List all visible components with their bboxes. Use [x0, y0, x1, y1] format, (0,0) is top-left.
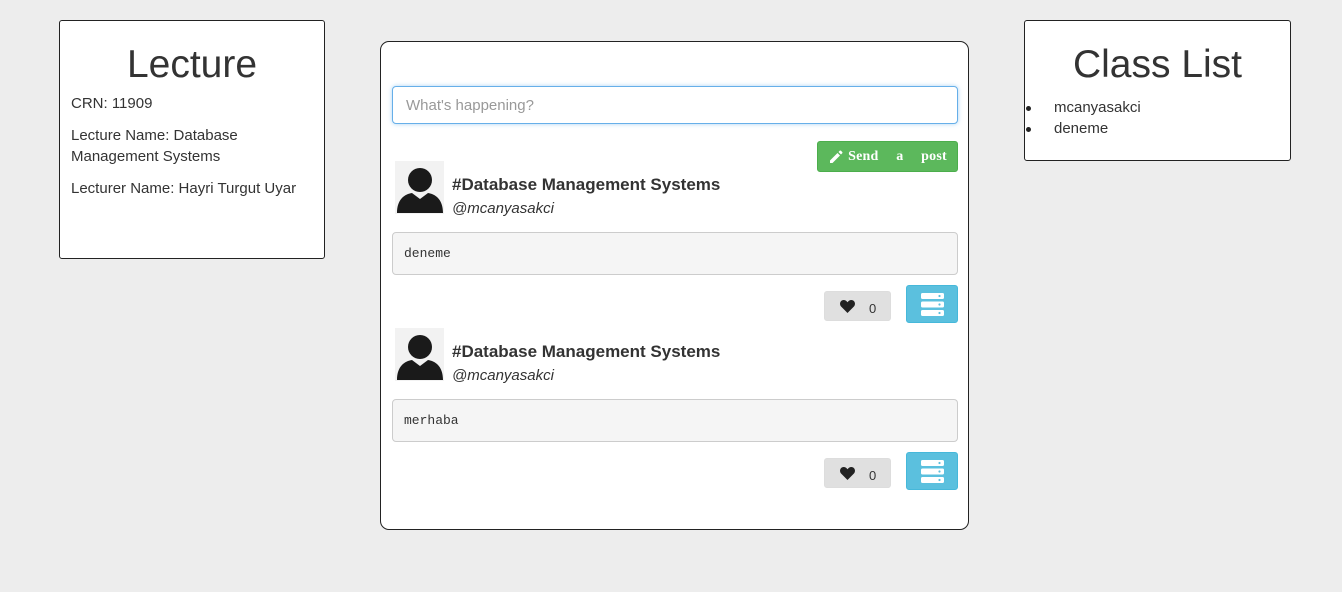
class-list-title: Class List — [1072, 43, 1243, 86]
send-post-button[interactable]: Send a post — [817, 141, 958, 172]
heart-icon — [840, 467, 855, 480]
pencil-icon — [830, 150, 843, 163]
post-body: merhaba — [392, 399, 958, 442]
like-button[interactable]: 0 — [824, 291, 891, 321]
send-post-label: Send a post — [848, 148, 947, 164]
server-icon — [921, 460, 944, 483]
lecture-name: Lecture Name: Database Management System… — [71, 127, 238, 165]
user-avatar-icon — [395, 161, 444, 214]
like-count: 0 — [869, 301, 877, 316]
post-body: deneme — [392, 232, 958, 275]
class-member-item: mcanyasakci — [1025, 97, 1290, 118]
class-member-list: mcanyasakci deneme — [1025, 97, 1290, 139]
user-avatar-icon — [395, 328, 444, 381]
post-username[interactable]: @mcanyasakci — [452, 200, 554, 217]
post-input[interactable] — [392, 86, 958, 124]
post-menu-button[interactable] — [906, 452, 958, 490]
lecture-title: Lecture — [126, 43, 258, 86]
post-username[interactable]: @mcanyasakci — [452, 367, 554, 384]
post-menu-button[interactable] — [906, 285, 958, 323]
heart-icon — [840, 300, 855, 313]
class-member-item: deneme — [1025, 118, 1290, 139]
post-title: #Database Management Systems — [452, 175, 721, 194]
server-icon — [921, 293, 944, 316]
lecture-panel: Lecture CRN: 11909 Lecture Name: Databas… — [59, 20, 325, 259]
feed-panel: Send a post #Database Management Systems… — [380, 41, 969, 530]
lecturer-name: Lecturer Name: Hayri Turgut Uyar — [71, 180, 297, 197]
lecture-crn: CRN: 11909 — [71, 95, 153, 112]
like-count: 0 — [869, 468, 877, 483]
class-list-panel: Class List mcanyasakci deneme — [1024, 20, 1291, 161]
like-button[interactable]: 0 — [824, 458, 891, 488]
post-title: #Database Management Systems — [452, 342, 721, 361]
